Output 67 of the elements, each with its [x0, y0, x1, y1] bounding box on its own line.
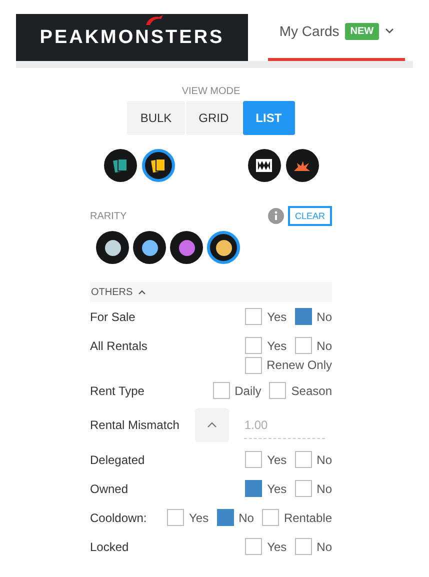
checkbox[interactable] — [212, 382, 230, 399]
cards-icon — [112, 157, 128, 174]
rarity-button[interactable] — [133, 231, 166, 264]
checkbox-option[interactable]: Renew Only — [244, 356, 332, 374]
logo[interactable]: PEAKMONSTERS — [16, 14, 248, 61]
checkbox-option[interactable]: Yes — [167, 509, 209, 526]
view-mode-tab[interactable]: BULK — [127, 101, 185, 135]
filter-label: Owned — [90, 482, 128, 496]
checkbox[interactable] — [245, 480, 262, 497]
filter-button[interactable] — [248, 149, 280, 182]
rarity-button[interactable] — [170, 231, 203, 264]
rarity-button[interactable] — [96, 231, 129, 264]
checkbox-option[interactable]: No — [294, 538, 332, 555]
checkbox-option[interactable]: No — [294, 480, 332, 497]
checkbox[interactable] — [294, 308, 312, 325]
rarity-title: RARITY — [90, 210, 127, 222]
chevron-down-icon — [384, 28, 394, 34]
filter-button[interactable] — [142, 149, 174, 182]
checkbox-option[interactable]: Daily — [212, 382, 262, 399]
filter-label: Rent Type — [90, 384, 144, 398]
checkbox[interactable] — [245, 308, 262, 325]
filter-label: Delegated — [90, 452, 145, 466]
filter-button[interactable] — [104, 149, 136, 182]
new-badge: NEW — [345, 22, 379, 40]
checkbox-option[interactable]: Yes — [245, 451, 287, 468]
checkbox[interactable] — [244, 356, 262, 374]
checkbox-option[interactable]: No — [294, 451, 332, 468]
logo-text: PEAKMONSTERS — [40, 26, 224, 48]
checkbox[interactable] — [294, 451, 312, 468]
others-header[interactable]: OTHERS — [90, 282, 332, 302]
view-mode-tab[interactable]: GRID — [186, 101, 242, 135]
filter-label: Locked — [90, 540, 129, 554]
checkbox-option[interactable]: Yes — [245, 337, 287, 354]
checkbox[interactable] — [167, 509, 184, 526]
checkbox-option[interactable]: No — [294, 308, 332, 325]
filter-label: Cooldown: — [90, 510, 147, 524]
cards-icon — [150, 157, 166, 174]
checkbox-option[interactable]: Rentable — [262, 509, 332, 526]
checkbox[interactable] — [294, 480, 312, 497]
jaws-icon — [255, 158, 273, 173]
filter-label: All Rentals — [90, 338, 148, 352]
checkbox[interactable] — [294, 538, 312, 555]
checkbox-option[interactable]: No — [216, 509, 254, 526]
filter-label: For Sale — [90, 310, 136, 324]
nav-tab[interactable]: My Cards NEW — [268, 14, 405, 61]
checkbox-option[interactable]: Season — [269, 382, 332, 399]
explosion-icon — [293, 160, 311, 172]
checkbox-option[interactable]: No — [294, 337, 332, 354]
view-mode-title: VIEW MODE — [180, 86, 242, 97]
checkbox[interactable] — [216, 509, 234, 526]
rarity-button[interactable] — [207, 231, 240, 264]
filter-button[interactable] — [286, 149, 318, 182]
checkbox[interactable] — [294, 337, 312, 354]
checkbox-option[interactable]: Yes — [245, 480, 287, 497]
info-icon[interactable] — [268, 208, 284, 224]
filter-label: Rental Mismatch — [90, 418, 180, 432]
chevron-up-button[interactable] — [195, 408, 230, 442]
checkbox[interactable] — [245, 538, 262, 555]
chevron-up-icon — [207, 422, 218, 428]
checkbox[interactable] — [245, 337, 262, 354]
chevron-icon — [138, 290, 146, 294]
checkbox-option[interactable]: Yes — [245, 538, 287, 555]
dragon-icon — [144, 15, 164, 26]
checkbox[interactable] — [245, 451, 262, 468]
checkbox-option[interactable]: Yes — [245, 308, 287, 325]
checkbox[interactable] — [269, 382, 286, 399]
checkbox[interactable] — [262, 509, 279, 526]
